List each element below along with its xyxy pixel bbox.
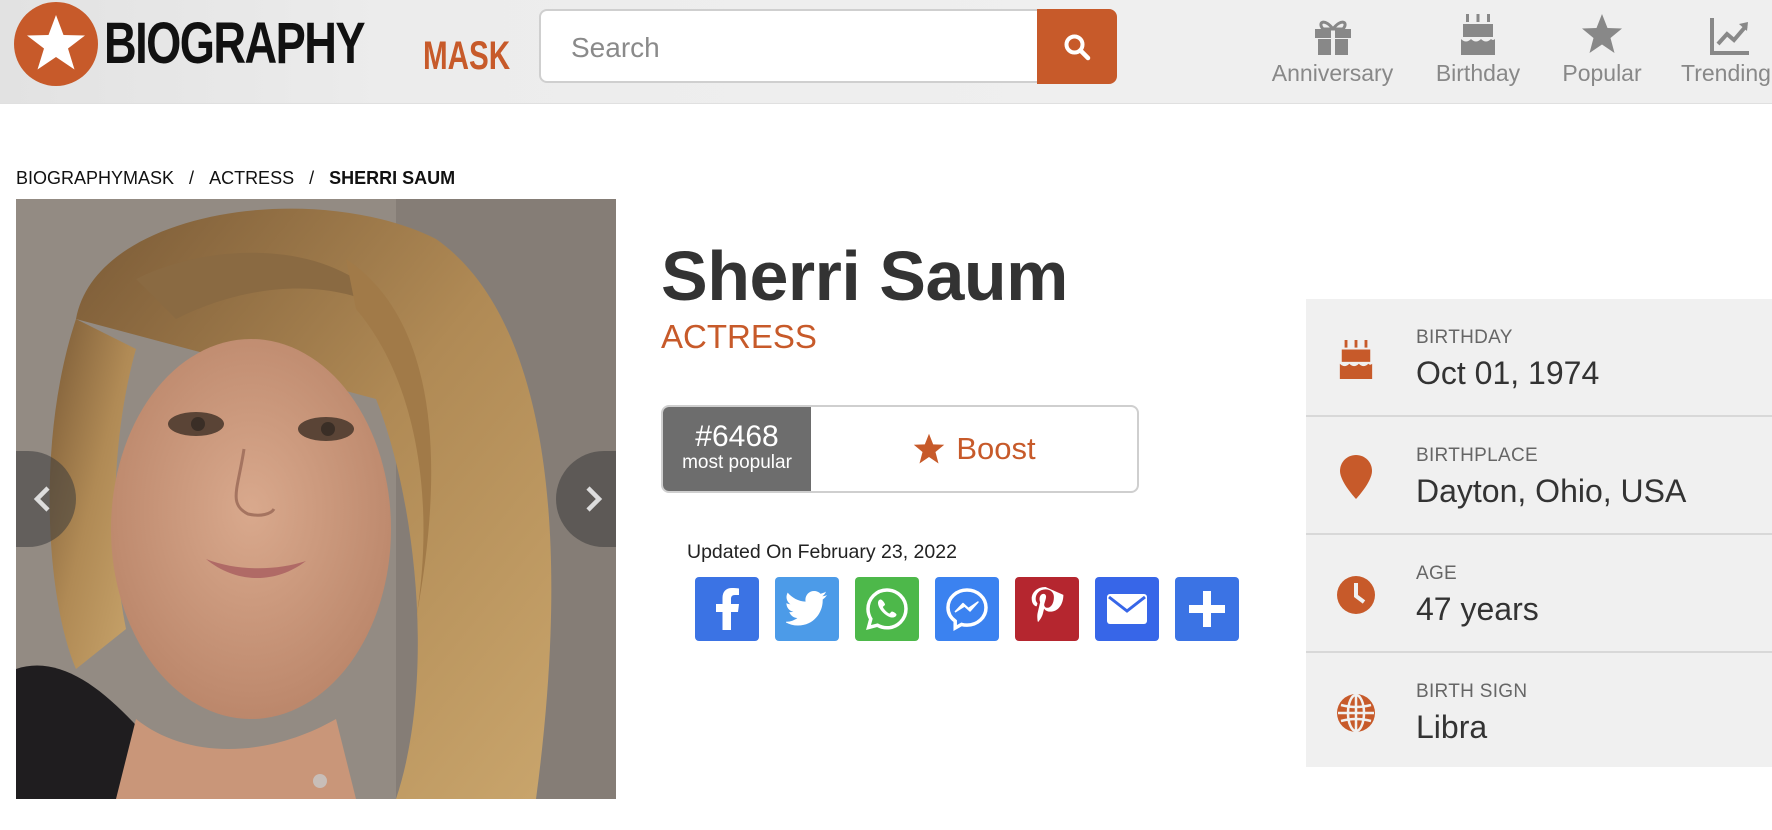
nav-label: Popular: [1562, 60, 1642, 86]
breadcrumb-current: SHERRI SAUM: [329, 168, 456, 188]
breadcrumb-home[interactable]: BIOGRAPHYMASK: [16, 168, 174, 188]
whatsapp-icon: [866, 588, 908, 630]
logo-text-primary: BIOGRAPHY: [104, 11, 366, 76]
rank-label: most popular: [682, 452, 792, 473]
search-box: [539, 9, 1039, 83]
chevron-right-icon: [586, 486, 603, 512]
share-facebook-button[interactable]: [695, 577, 759, 641]
share-buttons: [695, 577, 1239, 641]
search-icon: [1064, 34, 1091, 61]
cake-icon: [1428, 4, 1528, 56]
boost-button[interactable]: Boost: [811, 407, 1137, 491]
gift-icon: [1265, 4, 1400, 56]
nav-label: Birthday: [1435, 60, 1521, 86]
share-whatsapp-button[interactable]: [855, 577, 919, 641]
share-email-button[interactable]: [1095, 577, 1159, 641]
rank-boost-box: #6468 most popular Boost: [661, 405, 1139, 493]
fact-value[interactable]: Libra: [1416, 709, 1487, 746]
nav-anniversary[interactable]: Anniversary: [1265, 4, 1400, 87]
rank-number: #6468: [695, 420, 779, 453]
location-pin-icon: [1336, 455, 1376, 499]
nav-label: Anniversary: [1271, 60, 1394, 86]
fact-label: BIRTH SIGN: [1416, 681, 1528, 702]
star-icon: [914, 433, 945, 464]
nav-trending[interactable]: Trending: [1681, 4, 1772, 87]
breadcrumb: BIOGRAPHYMASK / ACTRESS / SHERRI SAUM: [16, 168, 455, 189]
chevron-left-icon: [33, 486, 50, 512]
nav-birthday[interactable]: Birthday: [1428, 4, 1528, 87]
site-logo[interactable]: BIOGRAPHY MASK: [14, 2, 510, 86]
logo-star-icon: [14, 2, 98, 86]
breadcrumb-separator: /: [309, 168, 315, 188]
share-more-button[interactable]: [1175, 577, 1239, 641]
twitter-icon: [786, 591, 827, 626]
clock-icon: [1336, 573, 1376, 617]
search-button[interactable]: [1037, 9, 1117, 84]
fact-value[interactable]: Dayton, Ohio, USA: [1416, 473, 1686, 510]
fact-label: BIRTHPLACE: [1416, 445, 1538, 466]
fact-age: AGE 47 years: [1306, 535, 1772, 653]
carousel-indicator-dot[interactable]: [313, 774, 327, 788]
fact-value: 47 years: [1416, 591, 1539, 627]
logo-text-secondary: MASK: [423, 34, 511, 78]
messenger-icon: [946, 588, 988, 631]
email-icon: [1107, 594, 1147, 624]
star-icon: [1552, 4, 1652, 56]
plus-icon: [1189, 591, 1225, 627]
fact-birthplace: BIRTHPLACE Dayton, Ohio, USA: [1306, 417, 1772, 535]
trending-icon: [1681, 4, 1772, 56]
fact-birthday: BIRTHDAY Oct 01, 1974: [1306, 299, 1772, 417]
person-name: Sherri Saum: [661, 237, 1068, 315]
site-header: BIOGRAPHY MASK Anniversary: [0, 0, 1772, 104]
share-pinterest-button[interactable]: [1015, 577, 1079, 641]
updated-date: Updated On February 23, 2022: [687, 541, 957, 563]
share-twitter-button[interactable]: [775, 577, 839, 641]
facebook-icon: [716, 588, 739, 630]
share-messenger-button[interactable]: [935, 577, 999, 641]
popularity-rank: #6468 most popular: [663, 407, 811, 491]
fact-label: BIRTHDAY: [1416, 327, 1513, 348]
breadcrumb-category[interactable]: ACTRESS: [209, 168, 294, 188]
fact-birth-sign: BIRTH SIGN Libra: [1306, 653, 1772, 767]
breadcrumb-separator: /: [189, 168, 195, 188]
pinterest-icon: [1031, 587, 1064, 622]
globe-icon: [1336, 691, 1376, 735]
portrait-image: [16, 199, 616, 799]
person-profession[interactable]: ACTRESS: [661, 318, 817, 356]
fact-label: AGE: [1416, 563, 1458, 584]
facts-panel: BIRTHDAY Oct 01, 1974 BIRTHPLACE Dayton,…: [1306, 299, 1772, 767]
nav-label: Trending: [1681, 60, 1771, 86]
cake-icon: [1336, 337, 1376, 381]
search-input[interactable]: [569, 25, 1023, 71]
fact-value[interactable]: Oct 01, 1974: [1416, 355, 1599, 392]
profile-photo: [16, 199, 616, 799]
boost-label: Boost: [956, 431, 1036, 466]
nav-popular[interactable]: Popular: [1552, 4, 1652, 87]
